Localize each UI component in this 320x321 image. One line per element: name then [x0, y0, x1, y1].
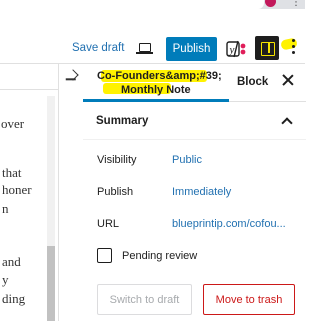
url-link[interactable]: blueprintip.com/cofou...	[172, 218, 286, 230]
switch-to-draft-button[interactable]: Switch to draft	[97, 284, 192, 315]
editor-canvas-header	[0, 64, 58, 90]
pending-review-checkbox[interactable]	[97, 248, 112, 263]
browser-active-tab[interactable]	[0, 0, 264, 9]
url-label: URL	[97, 218, 120, 230]
editor-text-line[interactable]: honer	[2, 182, 32, 198]
close-icon[interactable]	[281, 73, 295, 87]
summary-panel-title: Summary	[96, 115, 149, 127]
visibility-value-link[interactable]: Public	[172, 154, 202, 166]
publish-label: Publish	[97, 186, 134, 198]
editor-text-line[interactable]: over	[1, 116, 24, 132]
editor-text-line[interactable]: that	[2, 165, 22, 181]
editor-top-toolbar: Save draft Publish y	[0, 9, 305, 64]
editor-text-line[interactable]: ding	[2, 291, 25, 307]
sidebar-tabs: Co-Founders&amp;#39; Monthly Note Block	[83, 64, 306, 102]
collapse-arrow-icon[interactable]	[67, 69, 79, 81]
editor-text-line[interactable]: n	[2, 201, 9, 217]
editor-canvas[interactable]: over that honer n and y ding	[0, 64, 58, 321]
settings-sidebar-toggle-icon[interactable]	[255, 36, 279, 60]
pending-review-label[interactable]: Pending review	[122, 250, 197, 262]
chevron-up-icon[interactable]	[281, 117, 293, 129]
editor-scrollbar-thumb[interactable]	[47, 246, 55, 321]
svg-text:y: y	[229, 44, 235, 56]
tab-post-label: Co-Founders&amp;#39; Monthly Note	[97, 70, 222, 96]
more-options-icon[interactable]	[292, 39, 296, 57]
editor-text-line[interactable]: and	[2, 254, 21, 270]
publish-button[interactable]: Publish	[166, 37, 217, 61]
desktop-preview-icon[interactable]	[136, 43, 153, 54]
tab-post[interactable]: Co-Founders&amp;#39; Monthly Note	[83, 64, 222, 102]
editor-text-line[interactable]: y	[2, 272, 9, 288]
yoast-seo-icon[interactable]: y	[226, 40, 248, 58]
summary-panel-header[interactable]: Summary	[83, 102, 306, 140]
visibility-label: Visibility	[97, 154, 137, 166]
browser-menu-icon[interactable]: ⋮	[291, 0, 301, 8]
save-draft-button[interactable]: Save draft	[72, 42, 124, 54]
publish-date-link[interactable]: Immediately	[172, 186, 231, 198]
settings-sidebar: Co-Founders&amp;#39; Monthly Note Block …	[58, 64, 306, 321]
browser-tab-strip: ⋮	[0, 0, 305, 9]
tab-block[interactable]: Block	[237, 76, 268, 88]
profile-avatar[interactable]	[265, 0, 276, 7]
move-to-trash-button[interactable]: Move to trash	[203, 284, 295, 315]
